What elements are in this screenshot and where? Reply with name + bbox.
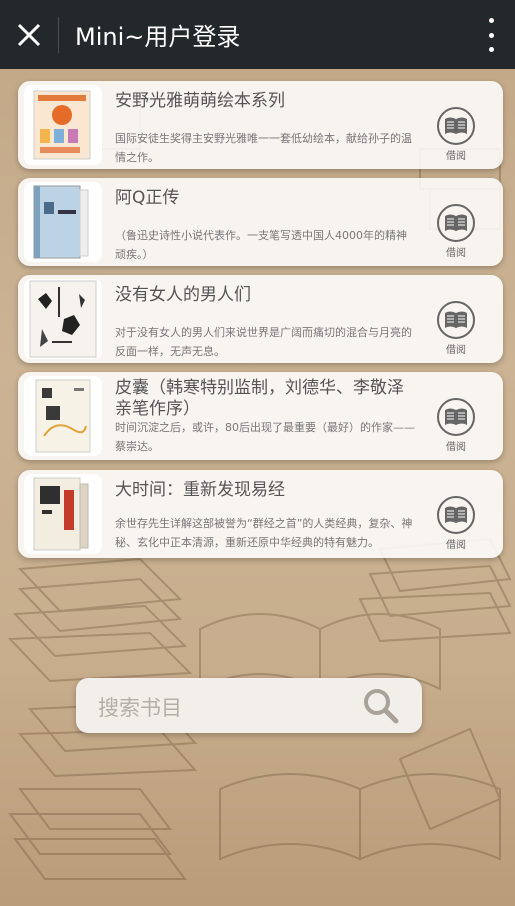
book-cover-image (24, 376, 102, 456)
book-description: 对于没有女人的男人们来说世界是广阔而痛切的混合与月亮的反面一样，无声无息。 (115, 326, 412, 358)
search-input[interactable]: 搜索书目 (98, 692, 182, 722)
book-icon (437, 301, 475, 339)
book-cover (24, 279, 102, 359)
book-title: 安野光雅萌萌绘本系列 (115, 91, 285, 111)
book-card[interactable]: 安野光雅萌萌绘本系列 国际安徒生奖得主安野光雅唯一一套低幼绘本，献给孙子的温情之… (18, 81, 503, 169)
borrow-label: 借阅 (446, 442, 466, 453)
borrow-label: 借阅 (446, 345, 466, 356)
book-cover-image (24, 85, 102, 165)
borrow-button[interactable]: 借阅 (435, 204, 477, 259)
book-title: 皮囊（韩寒特别监制，刘德华、李敬泽亲笔作序） (115, 378, 404, 419)
borrow-label: 借阅 (446, 540, 466, 551)
borrow-button[interactable]: 借阅 (435, 301, 477, 356)
book-title: 大时间：重新发现易经 (115, 480, 285, 500)
borrow-label: 借阅 (446, 248, 466, 259)
book-card[interactable]: 阿Q正传 （鲁迅史诗性小说代表作。一支笔写透中国人4000年的精神顽疾。） 借阅 (18, 178, 503, 266)
book-icon (437, 107, 475, 145)
book-cover-image (24, 474, 102, 554)
book-cover-image (24, 279, 102, 359)
book-description: 时间沉淀之后，或许，80后出现了最重要（最好）的作家——蔡崇达。 (115, 421, 415, 453)
page-title: Mini~用户登录 (75, 23, 241, 51)
more-vertical-icon (488, 18, 494, 23)
close-button[interactable] (0, 0, 58, 69)
book-cover-image (24, 182, 102, 262)
book-title: 没有女人的男人们 (115, 285, 251, 305)
book-card[interactable]: 没有女人的男人们 对于没有女人的男人们来说世界是广阔而痛切的混合与月亮的反面一样… (18, 275, 503, 363)
top-bar: Mini~用户登录 (0, 0, 515, 69)
book-icon (437, 398, 475, 436)
book-icon (437, 496, 475, 534)
book-cover (24, 85, 102, 165)
book-description: 余世存先生详解这部被誉为“群经之首”的人类经典，复杂、神秘、玄化中正本清源，重新… (115, 517, 413, 549)
book-cover (24, 182, 102, 262)
divider (58, 16, 59, 53)
more-dot (488, 32, 494, 38)
search-box[interactable]: 搜索书目 (76, 678, 422, 733)
main-content: 安野光雅萌萌绘本系列 国际安徒生奖得主安野光雅唯一一套低幼绘本，献给孙子的温情之… (0, 69, 515, 906)
close-icon (17, 23, 41, 46)
search-icon[interactable] (362, 687, 400, 725)
book-title: 阿Q正传 (115, 188, 180, 208)
book-description: 国际安徒生奖得主安野光雅唯一一套低幼绘本，献给孙子的温情之作。 (115, 132, 412, 164)
book-card[interactable]: 皮囊（韩寒特别监制，刘德华、李敬泽亲笔作序） 时间沉淀之后，或许，80后出现了最… (18, 372, 503, 460)
borrow-button[interactable]: 借阅 (435, 496, 477, 551)
more-button[interactable] (481, 18, 501, 52)
book-icon (437, 204, 475, 242)
borrow-label: 借阅 (446, 151, 466, 162)
borrow-button[interactable]: 借阅 (435, 398, 477, 453)
book-description: （鲁迅史诗性小说代表作。一支笔写透中国人4000年的精神顽疾。） (115, 229, 407, 261)
borrow-button[interactable]: 借阅 (435, 107, 477, 162)
book-card[interactable]: 大时间：重新发现易经 余世存先生详解这部被誉为“群经之首”的人类经典，复杂、神秘… (18, 470, 503, 558)
more-dot (488, 47, 494, 52)
book-cover (24, 376, 102, 456)
book-cover (24, 474, 102, 554)
